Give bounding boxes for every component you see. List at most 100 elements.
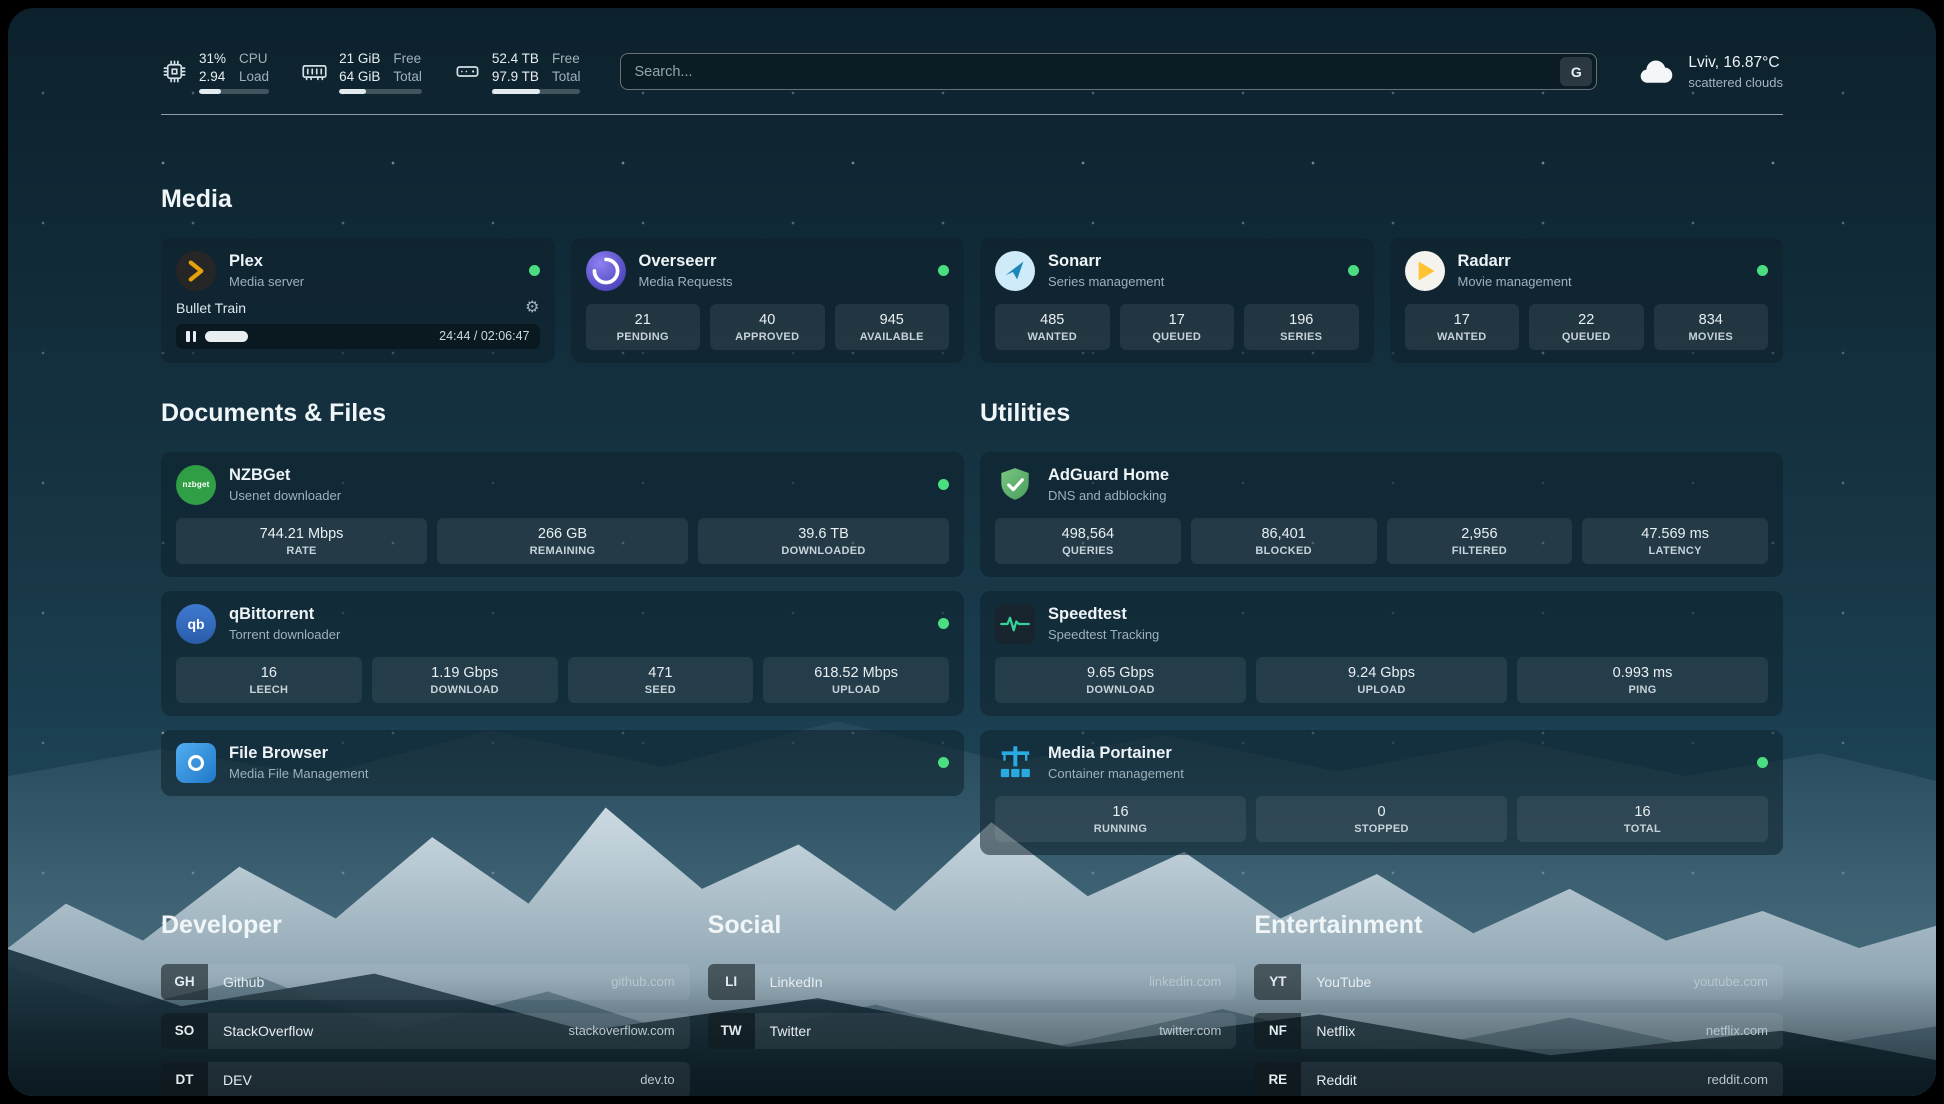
search-bar[interactable]: G	[620, 53, 1597, 90]
stats-row: 485 WANTED 17 QUEUED 196 SERIES	[995, 304, 1359, 350]
disk-total-value: 97.9 TB	[492, 68, 539, 86]
bookmark-name: Twitter	[770, 1023, 811, 1039]
stat-label: REMAINING	[441, 545, 684, 557]
section-title-developer: Developer	[161, 911, 690, 940]
service-card-filebrowser[interactable]: File Browser Media File Management	[161, 730, 964, 796]
gear-icon[interactable]: ⚙	[525, 300, 539, 316]
cpu-progress-bar	[199, 89, 269, 94]
stat-pending: 21 PENDING	[586, 304, 701, 350]
stat-series: 196 SERIES	[1244, 304, 1359, 350]
plex-now-playing: Bullet Train ⚙ 24:44 / 02:06:47	[176, 300, 540, 349]
disk-drive-icon	[454, 58, 481, 85]
stat-running: 16 RUNNING	[995, 796, 1246, 842]
stat-value: 22	[1533, 312, 1640, 328]
bookmark-dev[interactable]: DT DEV dev.to	[161, 1062, 690, 1096]
stat-label: APPROVED	[714, 331, 821, 343]
service-description: Media server	[229, 274, 304, 289]
bookmark-abbr: RE	[1254, 1062, 1301, 1096]
service-card-speedtest[interactable]: Speedtest Speedtest Tracking 9.65 Gbps D…	[980, 591, 1783, 716]
stat-label: BLOCKED	[1195, 545, 1373, 557]
stat-label: SEED	[572, 684, 750, 696]
service-card-portainer[interactable]: Media Portainer Container management 16 …	[980, 730, 1783, 855]
bookmark-reddit[interactable]: RE Reddit reddit.com	[1254, 1062, 1783, 1096]
service-description: Series management	[1048, 274, 1164, 289]
pause-icon[interactable]	[186, 331, 196, 342]
bookmarks-social: Social LI LinkedIn linkedin.com TW Twitt…	[708, 911, 1237, 1096]
stat-queued: 17 QUEUED	[1120, 304, 1235, 350]
memory-progress-fill	[339, 89, 366, 94]
section-title-utilities: Utilities	[980, 399, 1783, 428]
portainer-titles: Media Portainer Container management	[1048, 744, 1184, 781]
stat-value: 39.6 TB	[702, 526, 945, 542]
playback-bar[interactable]: 24:44 / 02:06:47	[176, 324, 540, 349]
stat-label: UPLOAD	[767, 684, 945, 696]
portainer-crane-icon	[995, 743, 1035, 783]
service-card-sonarr[interactable]: Sonarr Series management 485 WANTED 17 Q…	[980, 238, 1374, 363]
bookmark-abbr: YT	[1254, 964, 1301, 1000]
status-dot	[529, 265, 540, 276]
bookmark-domain: reddit.com	[1707, 1072, 1768, 1087]
weather-widget: Lviv, 16.87°C scattered clouds	[1637, 54, 1783, 90]
stat-queries: 498,564 QUERIES	[995, 518, 1181, 564]
service-card-plex[interactable]: Plex Media server Bullet Train ⚙	[161, 238, 555, 363]
cpu-load-label: Load	[239, 68, 269, 86]
service-card-nzbget[interactable]: nzbget NZBGet Usenet downloader 744.21 M…	[161, 452, 964, 577]
stat-label: STOPPED	[1260, 823, 1503, 835]
radarr-titles: Radarr Movie management	[1458, 252, 1572, 289]
bookmark-stackoverflow[interactable]: SO StackOverflow stackoverflow.com	[161, 1013, 690, 1049]
service-name: Overseerr	[639, 252, 733, 271]
weather-text: Lviv, 16.87°C scattered clouds	[1688, 54, 1783, 90]
cloud-icon	[1637, 57, 1675, 87]
radarr-icon	[1405, 251, 1445, 291]
bookmark-twitter[interactable]: TW Twitter twitter.com	[708, 1013, 1237, 1049]
section-title-media: Media	[161, 185, 1783, 214]
section-title-documents: Documents & Files	[161, 399, 964, 428]
search-input[interactable]	[634, 64, 1560, 80]
search-provider-button[interactable]: G	[1560, 57, 1592, 86]
stat-label: DOWNLOAD	[999, 684, 1242, 696]
stat-label: QUEUED	[1124, 331, 1231, 343]
stat-value: 9.24 Gbps	[1260, 665, 1503, 681]
stat-value: 21	[590, 312, 697, 328]
stat-label: UPLOAD	[1260, 684, 1503, 696]
playback-time: 24:44 / 02:06:47	[439, 329, 529, 343]
stat-value: 471	[572, 665, 750, 681]
stat-value: 16	[180, 665, 358, 681]
qbittorrent-icon: qb	[176, 604, 216, 644]
disk-total-label: Total	[552, 68, 581, 86]
bookmark-github[interactable]: GH Github github.com	[161, 964, 690, 1000]
weather-location: Lviv, 16.87°C	[1688, 54, 1783, 72]
disk-widget-body: 52.4 TB Free 97.9 TB Total	[492, 50, 581, 94]
disk-progress-bar	[492, 89, 581, 94]
bookmark-domain: youtube.com	[1694, 974, 1768, 989]
service-card-overseerr[interactable]: Overseerr Media Requests 21 PENDING 40 A…	[571, 238, 965, 363]
bookmark-name: Netflix	[1316, 1023, 1355, 1039]
stat-value: 16	[1521, 804, 1764, 820]
bookmark-linkedin[interactable]: LI LinkedIn linkedin.com	[708, 964, 1237, 1000]
stat-label: PENDING	[590, 331, 697, 343]
bookmark-netflix[interactable]: NF Netflix netflix.com	[1254, 1013, 1783, 1049]
status-dot	[938, 265, 949, 276]
service-card-radarr[interactable]: Radarr Movie management 17 WANTED 22 QUE…	[1390, 238, 1784, 363]
service-description: Usenet downloader	[229, 488, 341, 503]
service-description: Media File Management	[229, 766, 368, 781]
service-card-qbittorrent[interactable]: qb qBittorrent Torrent downloader 16 LEE…	[161, 591, 964, 716]
stat-available: 945 AVAILABLE	[835, 304, 950, 350]
stat-label: LATENCY	[1586, 545, 1764, 557]
stat-leech: 16 LEECH	[176, 657, 362, 703]
stat-label: QUEUED	[1533, 331, 1640, 343]
bookmark-name: Reddit	[1316, 1072, 1356, 1088]
stat-movies: 834 MOVIES	[1654, 304, 1769, 350]
cpu-usage-value: 31%	[199, 50, 226, 68]
bookmark-domain: github.com	[611, 974, 675, 989]
cpu-load-value: 2.94	[199, 68, 226, 86]
bookmark-youtube[interactable]: YT YouTube youtube.com	[1254, 964, 1783, 1000]
stat-value: 17	[1409, 312, 1516, 328]
service-card-adguard[interactable]: AdGuard Home DNS and adblocking 498,564 …	[980, 452, 1783, 577]
playback-track[interactable]	[205, 331, 429, 342]
stat-label: WANTED	[1409, 331, 1516, 343]
disk-free-value: 52.4 TB	[492, 50, 539, 68]
stats-row: 17 WANTED 22 QUEUED 834 MOVIES	[1405, 304, 1769, 350]
sonarr-titles: Sonarr Series management	[1048, 252, 1164, 289]
stat-value: 0	[1260, 804, 1503, 820]
